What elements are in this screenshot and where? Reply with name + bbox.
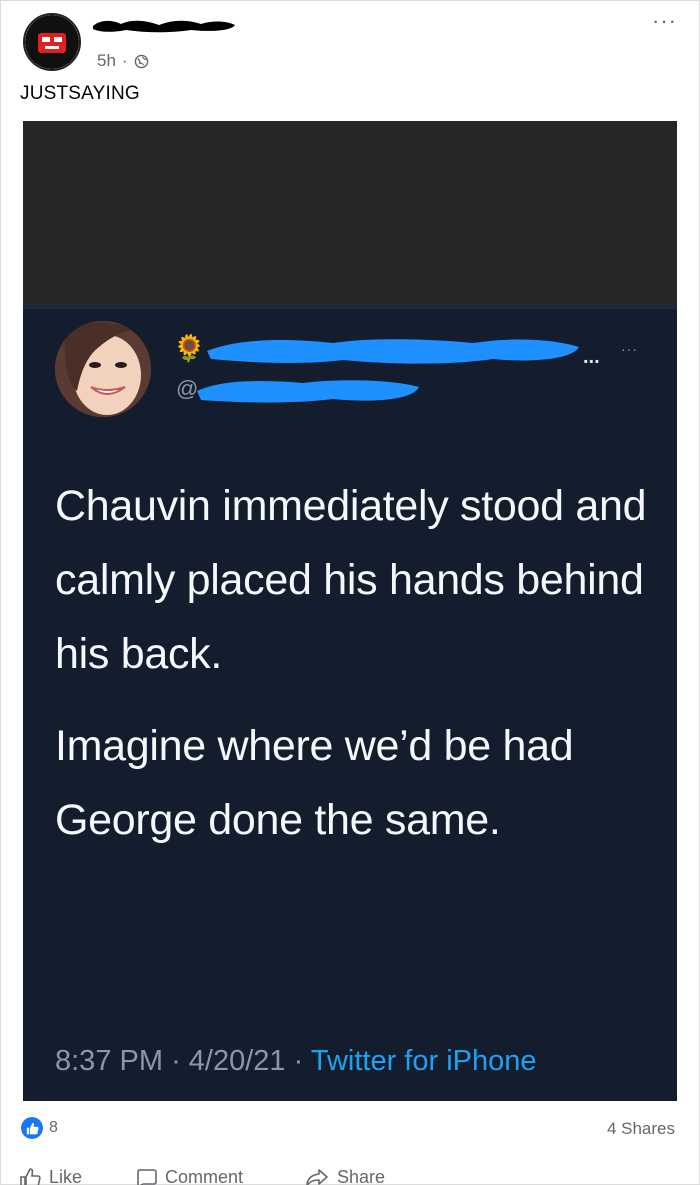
redacted-tweet-display-name bbox=[207, 339, 579, 364]
avatar-logo-icon bbox=[25, 15, 79, 69]
like-reaction-icon bbox=[21, 1117, 43, 1139]
reaction-summary[interactable]: 8 bbox=[21, 1117, 58, 1139]
post-meta: 5h · bbox=[97, 51, 149, 71]
share-button-label: Share bbox=[337, 1167, 386, 1185]
tweet-paragraph-1: Chauvin immediately stood and calmly pla… bbox=[55, 482, 647, 678]
comment-button[interactable]: Comment bbox=[135, 1167, 243, 1185]
tweet-time: 8:37 PM bbox=[55, 1045, 163, 1077]
tweet-meta-dot-2: · bbox=[293, 1045, 304, 1077]
meta-separator: · bbox=[121, 51, 128, 70]
tweet-meta-dot-1: · bbox=[171, 1045, 181, 1077]
tweet-text: Chauvin immediately stood and calmly pla… bbox=[55, 469, 665, 875]
tweet-meta: 8:37 PM · 4/20/21 · Twitter for iPhone bbox=[55, 1045, 537, 1078]
sunflower-icon: 🌻 bbox=[173, 333, 206, 363]
tweet-author-avatar bbox=[55, 321, 151, 417]
thumbs-up-outline-icon bbox=[20, 1167, 41, 1185]
redacted-author-name bbox=[93, 20, 235, 33]
globe-icon bbox=[134, 54, 148, 68]
tweet-date: 4/20/21 bbox=[188, 1045, 286, 1077]
comment-icon bbox=[137, 1168, 157, 1185]
post-more-options-icon[interactable]: ··· bbox=[652, 10, 677, 32]
display-name-truncation: ... bbox=[583, 346, 600, 368]
screenshot-divider bbox=[23, 303, 677, 309]
like-button-label: Like bbox=[49, 1167, 83, 1185]
woman-face-avatar-icon bbox=[55, 321, 151, 417]
post-action-bar: Like Comment Share bbox=[1, 1164, 700, 1185]
post-timestamp[interactable]: 5h bbox=[97, 51, 116, 71]
thumbs-up-icon bbox=[26, 1122, 39, 1134]
profile-avatar[interactable] bbox=[23, 13, 81, 71]
share-count[interactable]: 4 Shares bbox=[607, 1119, 675, 1139]
tweet-source: Twitter for iPhone bbox=[310, 1045, 537, 1077]
tweet-screenshot-image[interactable]: 🌻 ... ··· @ Chauvin immediately stood an… bbox=[23, 121, 677, 1101]
post-caption: JUSTSAYING bbox=[20, 83, 140, 104]
like-count: 8 bbox=[49, 1119, 58, 1136]
screenshot-top-area bbox=[23, 121, 677, 303]
tweet-paragraph-2: Imagine where we’d be had George done th… bbox=[55, 722, 574, 844]
share-icon bbox=[306, 1168, 328, 1185]
tweet-more-icon: ··· bbox=[621, 341, 638, 357]
facebook-post: 5h · ··· JUSTSAYING 🌻 ... ··· @ Chauvin … bbox=[0, 0, 700, 1185]
comment-button-label: Comment bbox=[165, 1167, 244, 1185]
share-button[interactable]: Share bbox=[305, 1167, 385, 1185]
redacted-tweet-handle bbox=[197, 380, 419, 403]
like-button[interactable]: Like bbox=[19, 1167, 82, 1185]
